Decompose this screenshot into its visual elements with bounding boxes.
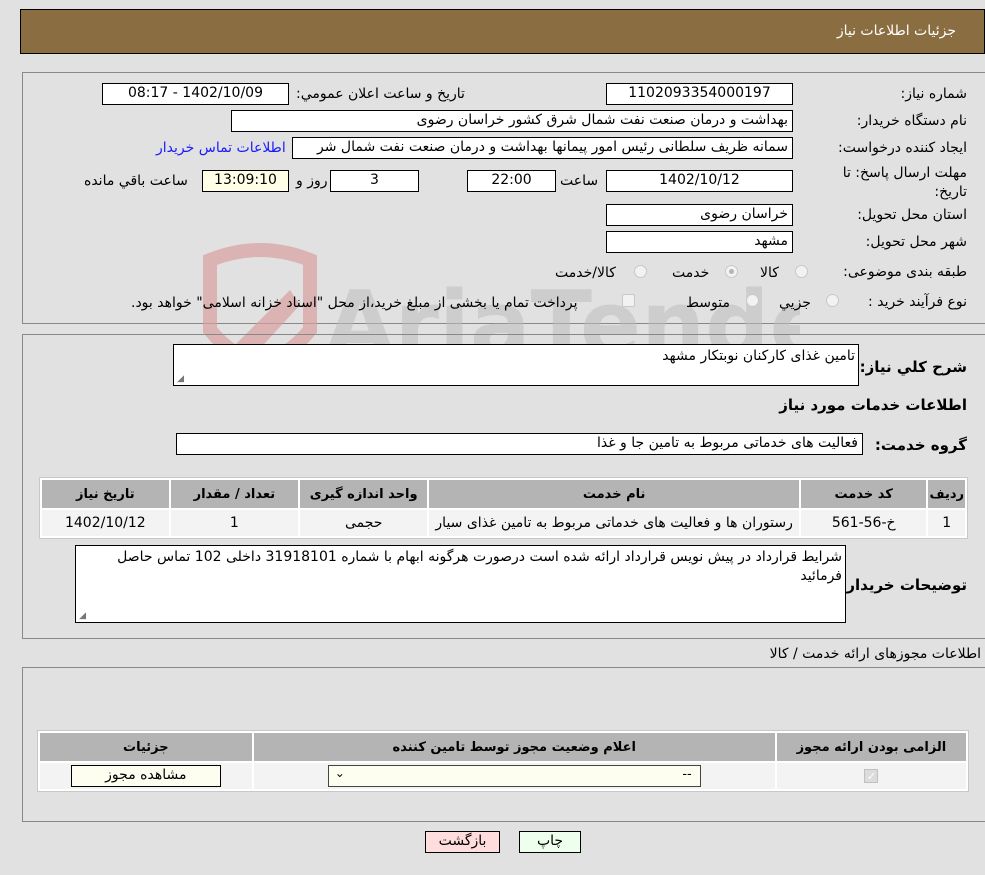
col-service-code: کد خدمت <box>800 480 927 508</box>
buyer-org-field: بهداشت و درمان صنعت نفت شمال شرق کشور خر… <box>231 110 793 132</box>
category-option-goods: کالا <box>760 265 779 281</box>
need-number-label: شماره نیاز: <box>900 86 968 102</box>
col-quantity: تعداد / مقدار <box>170 480 299 508</box>
purchase-option-minor: جزيي <box>779 295 811 311</box>
province-label: استان محل تحویل: <box>857 207 967 223</box>
cell-permit-details: مشاهده مجوز <box>40 763 252 789</box>
announce-datetime-label: تاریخ و ساعت اعلان عمومي: <box>296 86 465 102</box>
checkbox-checked-icon: ✓ <box>864 769 879 783</box>
services-table-header: ردیف کد خدمت نام خدمت واحد اندازه گیری ت… <box>42 480 965 508</box>
permits-table-header: الزامی بودن ارائه مجوز اعلام وضعیت مجوز … <box>40 733 966 761</box>
time-remaining-label: ساعت باقي مانده <box>84 173 188 189</box>
category-label: طبقه بندی موضوعی: <box>843 264 967 280</box>
buyer-notes-value: شرایط قرارداد در پیش نویس قرارداد ارائه … <box>117 549 842 584</box>
col-service-name: نام خدمت <box>429 480 799 508</box>
service-group-label: گروه خدمت: <box>874 436 967 454</box>
category-radio-service[interactable] <box>725 265 738 278</box>
buyer-notes-textarea[interactable]: شرایط قرارداد در پیش نویس قرارداد ارائه … <box>75 545 846 623</box>
table-row: ✓ -- ⌄ مشاهده مجوز <box>40 763 966 789</box>
permits-section-title: اطلاعات مجوزهای ارائه خدمت / کالا <box>769 646 981 662</box>
service-group-field: فعالیت های خدماتی مربوط به تامین جا و غذ… <box>176 433 863 455</box>
view-permit-button[interactable]: مشاهده مجوز <box>70 765 221 787</box>
chevron-down-icon: ⌄ <box>334 766 345 780</box>
resize-grip-icon[interactable]: ◢ <box>176 375 184 384</box>
permits-table: الزامی بودن ارائه مجوز اعلام وضعیت مجوز … <box>37 730 969 792</box>
col-need-date: تاریخ نیاز <box>42 480 169 508</box>
requester-field: سمانه ظریف سلطانی رئیس امور پیمانها بهدا… <box>292 137 793 159</box>
requester-label: ایجاد کننده درخواست: <box>838 140 967 156</box>
purchase-radio-minor[interactable] <box>826 294 839 307</box>
city-field: مشهد <box>606 231 793 253</box>
summary-label: شرح کلي نياز: <box>859 358 967 376</box>
deadline-time-field: 22:00 <box>467 170 556 192</box>
city-label: شهر محل تحویل: <box>865 234 967 250</box>
category-radio-goods[interactable] <box>795 265 808 278</box>
need-number-field: 1102093354000197 <box>606 83 793 105</box>
back-button[interactable]: بازگشت <box>425 831 500 853</box>
category-option-goods-service: کالا/خدمت <box>555 265 616 281</box>
summary-value: تامین غذای کارکنان نوبتکار مشهد <box>662 348 855 364</box>
resize-grip-icon[interactable]: ◢ <box>78 612 86 621</box>
buyer-contact-link[interactable]: اطلاعات تماس خریدار <box>156 140 286 156</box>
province-field: خراسان رضوی <box>606 204 793 226</box>
deadline-time-label: ساعت <box>560 173 599 189</box>
category-option-service: خدمت <box>672 265 710 281</box>
cell-permit-required: ✓ <box>776 763 966 789</box>
col-permit-status: اعلام وضعیت مجوز توسط تامین کننده <box>253 733 775 761</box>
cell-row-number: 1 <box>928 510 965 536</box>
category-radio-goods-service[interactable] <box>634 265 647 278</box>
services-section-title: اطلاعات خدمات مورد نیاز <box>779 396 967 414</box>
cell-quantity: 1 <box>170 510 299 536</box>
summary-textarea[interactable]: تامین غذای کارکنان نوبتکار مشهد ◢ <box>173 344 859 386</box>
col-row-number: ردیف <box>928 480 965 508</box>
permit-status-select[interactable]: -- ⌄ <box>327 765 701 787</box>
announce-datetime-field: 1402/10/09 - 08:17 <box>102 83 289 105</box>
purchase-option-medium: متوسط <box>686 295 730 311</box>
cell-permit-status: -- ⌄ <box>253 763 775 789</box>
services-table: ردیف کد خدمت نام خدمت واحد اندازه گیری ت… <box>39 477 968 539</box>
treasury-checkbox[interactable] <box>622 294 635 307</box>
cell-service-code: خ-56-561 <box>800 510 927 536</box>
time-remaining-field: 13:09:10 <box>202 170 289 192</box>
col-unit: واحد اندازه گیری <box>300 480 428 508</box>
deadline-label: مهلت ارسال پاسخ: تا تاریخ: <box>842 165 967 200</box>
cell-need-date: 1402/10/12 <box>42 510 169 536</box>
page-title: جزئیات اطلاعات نیاز <box>836 23 956 39</box>
days-label: روز و <box>296 173 328 189</box>
cell-unit: حجمی <box>300 510 428 536</box>
col-permit-required: الزامی بودن ارائه مجوز <box>776 733 966 761</box>
print-button[interactable]: چاپ <box>519 831 581 853</box>
purchase-radio-medium[interactable] <box>746 294 759 307</box>
permit-status-value: -- <box>682 767 692 782</box>
purchase-type-label: نوع فرآیند خرید : <box>868 294 967 310</box>
col-permit-details: جزئیات <box>40 733 252 761</box>
treasury-note: پرداخت تمام یا بخشی از مبلغ خرید،از محل … <box>131 295 578 311</box>
table-row: 1 خ-56-561 رستوران ها و فعالیت های خدمات… <box>42 510 965 536</box>
deadline-date-field: 1402/10/12 <box>606 170 793 192</box>
page-header: جزئیات اطلاعات نیاز <box>20 9 985 54</box>
buyer-notes-label: توضیحات خریدار: <box>840 576 967 594</box>
days-remaining-field: 3 <box>330 170 419 192</box>
cell-service-name: رستوران ها و فعالیت های خدماتی مربوط به … <box>429 510 799 536</box>
buyer-org-label: نام دستگاه خریدار: <box>856 113 967 129</box>
